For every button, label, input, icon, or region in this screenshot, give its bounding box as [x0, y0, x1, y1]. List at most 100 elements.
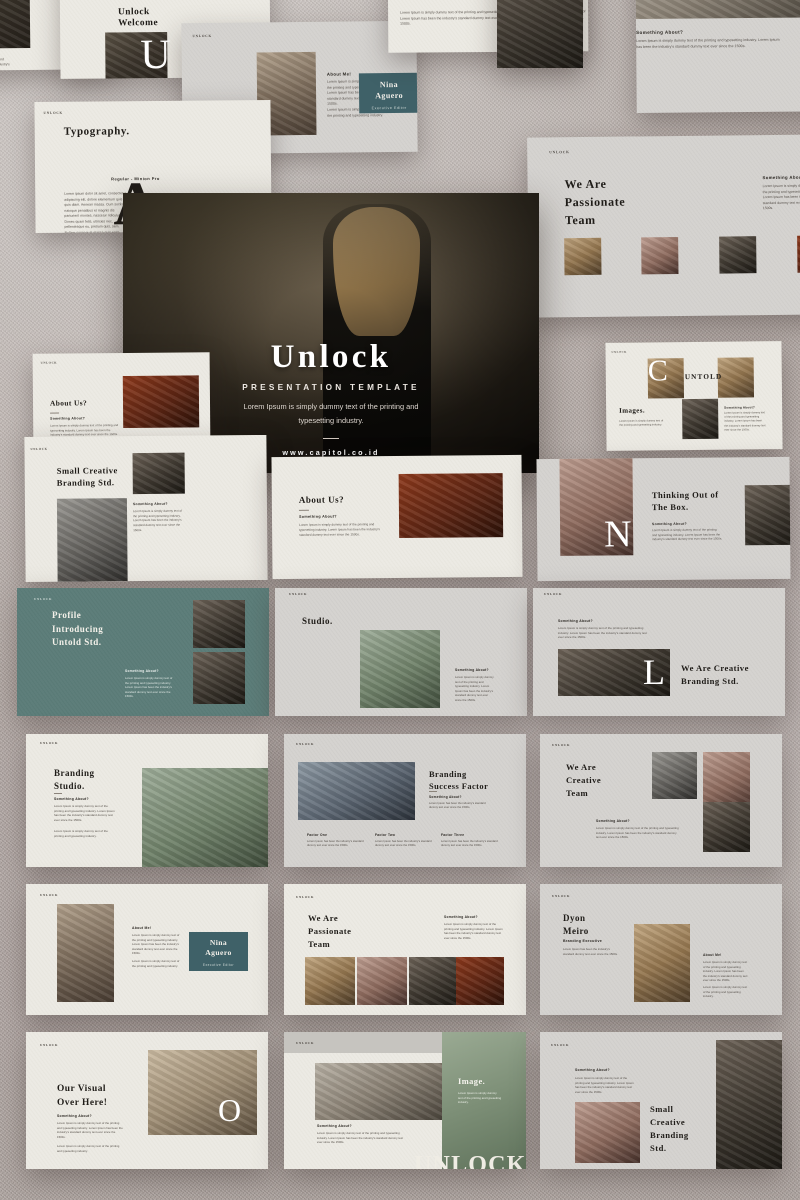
slide-profile-untold[interactable]: UNLOCK Profile Introducing Untold Std. S… [17, 588, 269, 716]
slide-success-factor[interactable]: UNLOCK Branding Success Factor Something… [284, 734, 526, 867]
brand-mark: UNLOCK [34, 597, 53, 601]
section-heading: Something About? [558, 619, 593, 623]
slide-studio[interactable]: UNLOCK Studio. Something About? Lorem Ip… [275, 588, 527, 716]
hero-divider [323, 437, 339, 439]
section-heading: Something About? [575, 1068, 610, 1072]
slide-passionate-team-row[interactable]: UNLOCK We Are Passionate Team Something … [284, 884, 526, 1015]
decorative-letter: O [218, 1092, 242, 1128]
body-text: Lorem Ipsum is simply dummy text of the … [636, 37, 780, 49]
factor-label: Factor Three [441, 833, 465, 837]
slide-title: We Are Passionate Team [308, 913, 352, 949]
section-heading: Something About? [636, 29, 684, 36]
factor-label: Factor One [307, 833, 328, 837]
brand-mark: UNLOCK [611, 350, 627, 354]
side-body-text: Lorem Ipsum is simply dummy text of the … [724, 411, 766, 432]
photo-2 [717, 357, 755, 398]
section-heading: About Me! [326, 71, 352, 77]
body-paragraph-2: Lorem Ipsum is simply dummy text of the … [703, 985, 748, 999]
factor-column-1: Factor One Lorem Ipsum has been the indu… [307, 833, 369, 849]
name-card: Nina Aguero Executive Editor [189, 932, 248, 971]
brand-mark: UNLOCK [289, 592, 308, 596]
brand-mark: UNLOCK [40, 741, 59, 745]
body-text: Lorem Ipsum is simply dummy text of the … [133, 508, 182, 532]
slide-small-creative-left[interactable]: UNLOCK Small Creative Branding Std. Some… [24, 434, 268, 583]
factor-column-2: Factor Two Lorem Ipsum has been the indu… [375, 833, 437, 849]
team-photo-2 [641, 236, 679, 275]
brand-mark: UNLOCK [552, 743, 571, 747]
body-paragraph-1: Lorem Ipsum is simply dummy text of the … [54, 804, 115, 823]
brand-mark: UNLOCK [552, 894, 571, 898]
slide-images-untold[interactable]: UNLOCK C UNTOLD Images. Lorem Ipsum is s… [605, 341, 783, 451]
photo [122, 375, 200, 428]
slide-dyon-meiro[interactable]: UNLOCK Dyon Meiro Branding Executive Lor… [540, 884, 782, 1015]
body-text: Lorem Ipsum has been the industry's stan… [429, 802, 486, 810]
slide-title: About Us? [49, 398, 88, 408]
slide-creative-team[interactable]: UNLOCK We Are Creative Team Something Ab… [540, 734, 782, 867]
slide-title: We Are Creative Team [566, 762, 602, 798]
body-text: Lorem Ipsum is simply dummy text of the … [762, 183, 800, 211]
person-role: Branding Executive [563, 939, 603, 943]
slide-title: We Are Creative Branding Std. [681, 663, 749, 686]
section-heading: Something About? [132, 501, 168, 507]
body-text: Lorem Ipsum is simply dummy text of the … [652, 527, 723, 542]
body-text: Lorem Ipsum is simply dummy text of the … [299, 522, 381, 537]
photo [315, 1063, 442, 1120]
photo-2 [193, 652, 245, 704]
body-paragraph-2: Lorem Ipsum is simply dummy text of the … [132, 959, 180, 968]
divider [429, 791, 437, 792]
person-name-line2: Aguero [375, 90, 404, 101]
section-heading: Something About? [298, 514, 337, 519]
slide-dark-portrait-fragment[interactable] [497, 0, 583, 68]
section-heading: Something About? [57, 1114, 92, 1118]
team-photo-1 [564, 237, 602, 276]
section-heading: Something About? [125, 669, 159, 673]
team-photo-3 [703, 802, 750, 852]
person-name-line1: Dyon [563, 913, 586, 923]
slide-title: About Us? [298, 494, 345, 505]
slide-small-creative-bottom[interactable]: UNLOCK Something About? Lorem Ipsum is s… [540, 1032, 782, 1169]
slide-branding-studio[interactable]: UNLOCK Branding Studio. Something About?… [26, 734, 268, 867]
body-text: Lorem Ipsum is simply dummy text of the … [455, 675, 494, 702]
photo [497, 0, 583, 68]
person-role: Executive Editor [202, 962, 235, 967]
slide-title: Branding Studio. [54, 768, 95, 792]
decorative-letter: N [603, 513, 632, 556]
divider [54, 793, 62, 794]
slide-our-visual[interactable]: UNLOCK Our Visual Over Here! Something A… [26, 1032, 268, 1169]
body-text: Lorem Ipsum is simply dummy text of the … [125, 676, 173, 699]
slide-something-about-top[interactable]: Something About? Lorem Ipsum is simply d… [635, 0, 800, 114]
word-mark: UNLOCK [414, 1152, 526, 1169]
photo [142, 768, 268, 867]
slide-title: Studio. [302, 616, 333, 626]
slide-title: Thinking Out of The Box. [651, 489, 719, 513]
name-card: Nina Aguero Executive Editor [358, 72, 418, 114]
section-heading: Something About? [724, 405, 755, 410]
body-paragraph-1: Lorem Ipsum is simply dummy text of the … [703, 960, 748, 983]
slide-creative-branding[interactable]: UNLOCK Something About? Lorem Ipsum is s… [533, 588, 785, 716]
brand-mark: UNLOCK [192, 33, 212, 39]
brand-mark: UNLOCK [551, 1043, 570, 1047]
section-heading: Something About? [444, 915, 478, 919]
photo-3 [682, 398, 719, 440]
slide-title: Profile Introducing Untold Std. [52, 610, 104, 647]
slide-title: Typography. [63, 125, 130, 138]
brand-mark: UNLOCK [296, 1041, 315, 1045]
slide-title-line2: Welcome [118, 18, 159, 29]
slide-image-green[interactable]: UNLOCK Image. Lorem Ipsum is simply dumm… [284, 1032, 526, 1169]
slide-thinking-out-of-box[interactable]: N Thinking Out of The Box. Something Abo… [536, 456, 791, 582]
slide-passionate-team-top[interactable]: UNLOCK We Are Passionate Team Something … [527, 134, 800, 318]
section-heading: Something About? [762, 174, 800, 181]
brand-mark: UNLOCK [40, 1043, 59, 1047]
slide-nina-card[interactable]: UNLOCK About Me! Lorem Ipsum is simply d… [26, 884, 268, 1015]
person-role: Executive Editor [371, 105, 407, 110]
footer-body-text: Lorem Ipsum is simply dummy text of the … [317, 1131, 403, 1145]
team-photo-4 [456, 957, 504, 1005]
brand-mark: UNLOCK [296, 742, 315, 746]
body-text: Lorem Ipsum is simply dummy text of the … [50, 423, 119, 437]
brand-mark: UNLOCK [544, 592, 563, 596]
photo [635, 0, 800, 20]
photo [298, 762, 415, 820]
person-name-line2: Aguero [205, 948, 232, 958]
slide-about-us-mid[interactable]: About Us? Something About? Lorem Ipsum i… [271, 454, 523, 580]
slide-title: Small Creative Branding Std. [56, 465, 118, 489]
